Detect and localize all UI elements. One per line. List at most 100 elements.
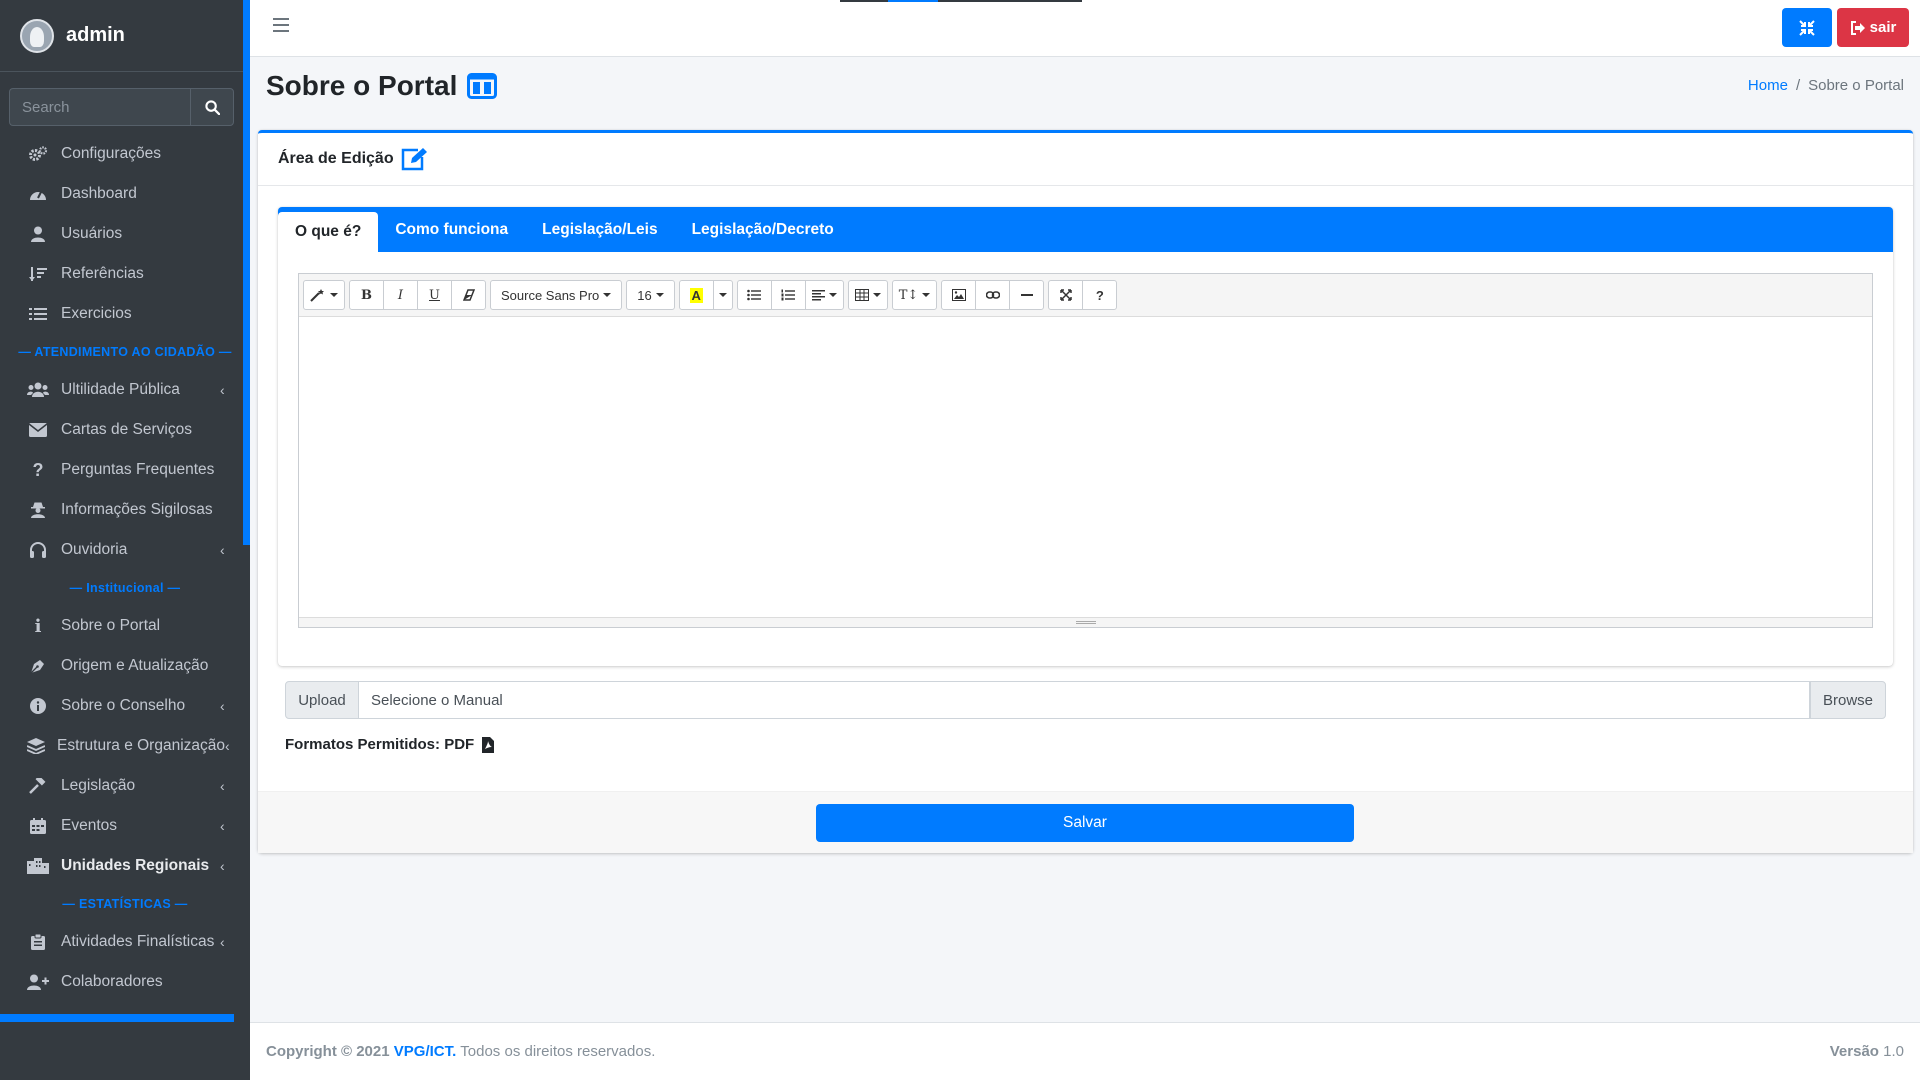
page-footer: Copyright © 2021 VPG/ICT. Todos os direi… [250, 1022, 1920, 1080]
columns-icon [467, 73, 498, 99]
search-icon [204, 99, 220, 115]
avatar [20, 18, 54, 53]
tab-como-funciona[interactable]: Como funciona [378, 207, 525, 252]
topbar: sair [250, 0, 1920, 57]
sidebar-item-usuarios[interactable]: Usuários [0, 214, 250, 254]
sidebar-item-ouvidoria[interactable]: Ouvidoria ‹ [0, 530, 250, 570]
chevron-left-icon: ‹ [220, 698, 225, 714]
list-ol-icon [781, 289, 796, 301]
brand[interactable]: admin [0, 0, 250, 72]
italic-icon: I [397, 287, 404, 303]
breadcrumb-home[interactable]: Home [1748, 77, 1788, 94]
eraser-icon [462, 289, 475, 301]
insert-image-button[interactable] [941, 280, 977, 310]
footer-org-link[interactable]: VPG/ICT. [394, 1043, 457, 1060]
font-size-dropdown[interactable]: 16 [626, 280, 675, 310]
underline-icon: U [429, 287, 440, 303]
italic-button[interactable]: I [383, 280, 418, 310]
menu-toggle-icon[interactable] [273, 18, 289, 36]
sidebar-item-dashboard[interactable]: Dashboard [0, 174, 250, 214]
sidebar-item-utilidade-publica[interactable]: Ultilidade Pública ‹ [0, 370, 250, 410]
chevron-left-icon: ‹ [220, 858, 225, 874]
sidebar-active-indicator [0, 1014, 234, 1022]
link-icon [985, 291, 1000, 299]
fullscreen-editor-button[interactable] [1048, 280, 1084, 310]
user-plus-icon [27, 974, 49, 990]
help-button[interactable]: ? [1082, 280, 1118, 310]
fullscreen-button[interactable] [1782, 8, 1832, 47]
editor-content[interactable] [299, 317, 1872, 617]
sidebar-item-estrutura[interactable]: Estrutura e Organização ‹ [0, 726, 250, 766]
text-color-dropdown[interactable] [712, 280, 733, 310]
envelope-icon [27, 423, 49, 437]
search-input[interactable] [9, 88, 190, 126]
text-height-icon: T↕ [898, 287, 919, 303]
sidebar-item-label: Eventos [61, 817, 118, 834]
chevron-left-icon: ‹ [225, 738, 230, 754]
footer-copyright: Copyright © 2021 [266, 1043, 390, 1060]
tab-legislacao-decreto[interactable]: Legislação/Decreto [675, 207, 851, 252]
text-color-button[interactable]: A [678, 280, 714, 310]
question-icon: ? [32, 459, 44, 480]
sidebar-item-unidades-regionais[interactable]: Unidades Regionais ‹ [0, 846, 250, 886]
browse-button[interactable]: Browse [1810, 681, 1886, 719]
arrows-alt-icon [1060, 289, 1072, 301]
sidebar-item-perguntas[interactable]: ? Perguntas Frequentes [0, 450, 250, 490]
logout-label: sair [1869, 19, 1897, 36]
page-title-text: Sobre o Portal [266, 70, 458, 101]
upload-label: Upload [285, 681, 359, 719]
minus-icon [1020, 294, 1033, 296]
sidebar-item-informacoes-sigilosas[interactable]: Informações Sigilosas [0, 490, 250, 530]
sidebar-item-configuracoes[interactable]: Configurações [0, 134, 250, 174]
loading-bar [840, 0, 1082, 2]
sidebar-item-sobre-conselho[interactable]: Sobre o Conselho ‹ [0, 686, 250, 726]
footer-version: Versão 1.0 [1830, 1043, 1904, 1060]
search-button[interactable] [190, 88, 234, 126]
file-input[interactable]: Selecione o Manual [359, 681, 1810, 719]
sidebar-item-colaboradores[interactable]: Colaboradores [0, 962, 250, 1002]
edit-card: Área de Edição O que é? Como funciona Le… [258, 130, 1913, 853]
ordered-list-button[interactable] [770, 280, 806, 310]
sidebar-item-sobre-portal[interactable]: i Sobre o Portal [0, 606, 250, 646]
tachometer-icon [27, 186, 49, 202]
line-height-dropdown[interactable]: T↕ [891, 280, 938, 310]
bold-button[interactable]: B [349, 280, 384, 310]
sidebar-item-label: Perguntas Frequentes [61, 461, 215, 478]
page-title: Sobre o Portal [266, 70, 498, 102]
sidebar-item-origem[interactable]: Origem e Atualização [0, 646, 250, 686]
tab-o-que-e[interactable]: O que é? [278, 212, 379, 252]
save-button[interactable]: Salvar [816, 804, 1354, 842]
sidebar-item-cartas-servicos[interactable]: Cartas de Serviços [0, 410, 250, 450]
breadcrumb-current: Sobre o Portal [1808, 77, 1904, 94]
sidebar-item-label: Legislação [61, 777, 136, 794]
sidebar-item-eventos[interactable]: Eventos ‹ [0, 806, 250, 846]
sidebar-item-legislacao[interactable]: Legislação ‹ [0, 766, 250, 806]
editor-resize-handle[interactable] [299, 617, 1872, 627]
breadcrumb: Home / Sobre o Portal [1748, 77, 1904, 94]
sidebar-item-exercicios[interactable]: Exercicios [0, 294, 250, 334]
horizontal-rule-button[interactable] [1009, 280, 1045, 310]
logout-button[interactable]: sair [1837, 8, 1909, 47]
align-left-icon [811, 289, 825, 300]
tab-legislacao-leis[interactable]: Legislação/Leis [525, 207, 674, 252]
style-dropdown[interactable] [303, 280, 345, 310]
paragraph-dropdown[interactable] [804, 280, 844, 310]
font-family-dropdown[interactable]: Source Sans Pro [490, 280, 623, 310]
sidebar-item-label: Ultilidade Pública [61, 381, 180, 398]
unordered-list-button[interactable] [736, 280, 772, 310]
picture-icon [951, 289, 966, 301]
insert-link-button[interactable] [975, 280, 1011, 310]
headphones-icon [27, 542, 49, 558]
table-dropdown[interactable] [847, 280, 888, 310]
sidebar-item-referencias[interactable]: Referências [0, 254, 250, 294]
underline-button[interactable]: U [417, 280, 452, 310]
clear-format-button[interactable] [451, 280, 486, 310]
sidebar-item-atividades[interactable]: Atividades Finalísticas ‹ [0, 922, 250, 962]
chevron-left-icon: ‹ [220, 382, 225, 398]
users-icon [27, 382, 49, 398]
font-size-value: 16 [637, 287, 652, 303]
clipboard-icon [27, 934, 49, 950]
sidebar: admin Configurações Dashboard Usuários R… [0, 0, 250, 1080]
nav-header-estatisticas: — ESTATÍSTICAS — [62, 897, 188, 911]
user-secret-icon [27, 502, 49, 518]
